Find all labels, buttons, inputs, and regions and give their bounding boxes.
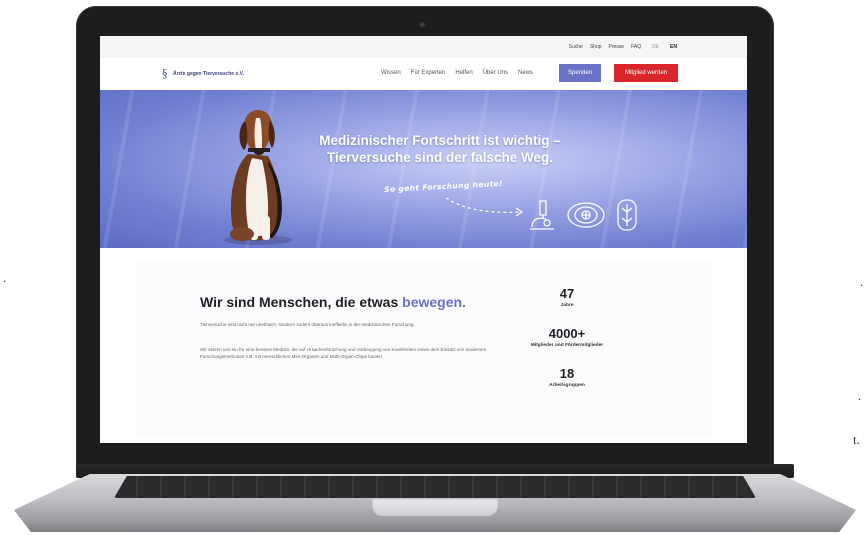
stat-years: 47 Jahre: [512, 286, 622, 308]
trackpad-notch: [372, 498, 498, 516]
hero-title-line2: Tierversuche sind der falsche Weg.: [326, 150, 554, 165]
microscope-icon: [530, 200, 554, 230]
intro-section: Wir sind Menschen, die etwas bewegen. Ti…: [100, 248, 747, 443]
become-member-button[interactable]: Mitglied werden: [614, 64, 678, 82]
nav-item-wissen[interactable]: Wissen: [381, 70, 401, 76]
utility-link-press[interactable]: Presse: [609, 44, 625, 50]
caduceus-icon: §: [162, 67, 168, 80]
stat-value: 18: [559, 366, 575, 381]
intro-heading-prefix: Wir sind Menschen, die etwas: [200, 294, 399, 310]
intro-paragraph-1: Tierversuche sind nicht nur unethisch, s…: [200, 322, 415, 327]
cell-culture-icon: [617, 199, 637, 231]
edge-text-fragment: .: [3, 270, 7, 285]
laptop-base: [14, 464, 856, 532]
nav-item-ueber-uns[interactable]: Über Uns: [483, 70, 508, 76]
stat-groups: 18 Arbeitsgruppen: [512, 366, 622, 388]
utility-link-search[interactable]: Suche: [569, 44, 583, 50]
donate-button[interactable]: Spenden: [559, 64, 601, 82]
edge-text-fragment: .: [858, 388, 862, 403]
stat-label: Jahre: [560, 303, 574, 308]
hero-icons: [528, 198, 638, 232]
utility-bar: Suche Shop Presse FAQ DE EN: [100, 36, 747, 58]
nav-item-news[interactable]: News: [518, 70, 533, 76]
beagle-dog-image: [224, 110, 292, 245]
utility-link-shop[interactable]: Shop: [590, 44, 602, 50]
intro-paragraph-2: Wir setzen uns ein für eine bessere Medi…: [200, 347, 487, 359]
intro-heading: Wir sind Menschen, die etwas bewegen.: [200, 294, 466, 310]
stat-value: 4000+: [548, 326, 586, 341]
language-en[interactable]: EN: [670, 44, 677, 50]
utility-link-faq[interactable]: FAQ: [631, 44, 641, 50]
webcam: [420, 22, 425, 27]
hero-title: Medizinischer Fortschritt ist wichtig – …: [290, 132, 590, 166]
edge-text-fragment: .: [860, 274, 864, 289]
dashed-arrow-icon: [445, 197, 524, 217]
edge-text-fragment: t.: [853, 432, 860, 447]
stat-members: 4000+ Mitglieder und Fördermitglieder: [512, 326, 622, 348]
organ-chip-icon: [567, 202, 605, 228]
nav-item-experten[interactable]: Für Experten: [411, 70, 446, 76]
site-logo[interactable]: § Ärzte gegen Tierversuche e.V.: [162, 68, 244, 80]
stat-value: 47: [559, 286, 575, 301]
hero-title-line1: Medizinischer Fortschritt ist wichtig –: [319, 133, 561, 148]
laptop-screen: Suche Shop Presse FAQ DE EN § Ärzte gege…: [100, 36, 747, 443]
hero-subtitle: So geht Forschung heute!: [383, 178, 504, 195]
stat-label: Mitglieder und Fördermitglieder: [530, 343, 604, 348]
logo-text: Ärzte gegen Tierversuche e.V.: [173, 71, 244, 77]
keyboard: [114, 476, 756, 498]
hero-banner[interactable]: Medizinischer Fortschritt ist wichtig – …: [100, 90, 747, 248]
language-de[interactable]: DE: [652, 44, 659, 50]
main-navbar: § Ärzte gegen Tierversuche e.V. Wissen F…: [100, 58, 747, 90]
nav-item-helfen[interactable]: Helfen: [455, 70, 472, 76]
nav-links: Wissen Für Experten Helfen Über Uns News: [381, 70, 533, 76]
intro-heading-accent: bewegen.: [402, 294, 466, 310]
stat-label: Arbeitsgruppen: [549, 383, 585, 388]
laptop-mockup-scene: . . . t. Suche Shop Presse FAQ DE EN § Ä…: [0, 0, 868, 535]
